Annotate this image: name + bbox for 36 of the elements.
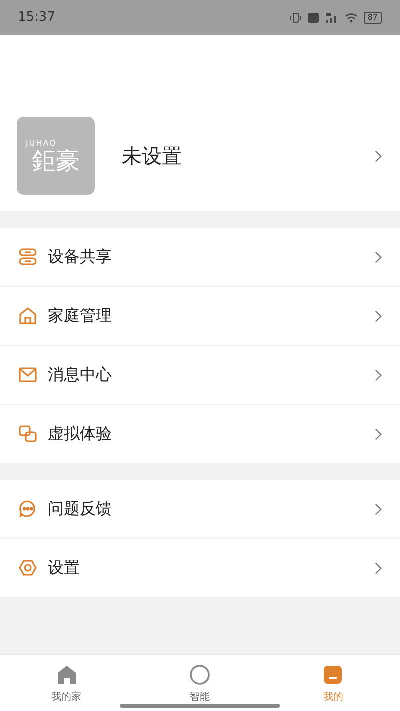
menu-item[interactable]: 问题反馈 [0,480,400,539]
tab[interactable]: 我的家 [0,655,134,711]
settings-icon [18,558,38,578]
vibrate-icon [290,12,302,22]
menu-item[interactable]: 家庭管理 [0,287,400,346]
menu-label: 消息中心 [48,364,113,386]
chat-bubble-icon [18,499,38,519]
battery-level: 87 [364,12,382,24]
menu-item[interactable]: 虚拟体验 [0,405,400,463]
menu-item[interactable]: 消息中心 [0,346,400,405]
linked-squares-icon [18,424,38,444]
logo-text: JUHAO [26,138,57,148]
menu-item[interactable]: 设置 [0,539,400,597]
chevron-right-icon [375,250,382,264]
house-icon [18,306,38,326]
menu-label: 问题反馈 [48,498,113,520]
menu-label: 设置 [48,558,81,578]
wifi-icon [344,12,358,22]
stacked-bars-icon [18,247,38,267]
logo-text: 鉅豪 [32,148,80,174]
tab[interactable]: 智能 [133,655,267,711]
menu-label: 虚拟体验 [48,424,113,444]
chevron-right-icon [375,150,382,162]
circle-icon [188,662,212,686]
chevron-right-icon [375,428,382,440]
chevron-right-icon [375,502,382,516]
menu-label: 设备共享 [48,246,113,268]
clock-time: 15:37 [18,10,56,25]
profile-name[interactable]: 未设置 [122,142,375,170]
envelope-icon [18,365,38,385]
signal-icon [324,12,339,22]
menu-label: 家庭管理 [48,306,113,326]
chevron-right-icon [375,562,382,574]
chevron-right-icon [375,310,382,322]
menu-item[interactable]: 设备共享 [0,228,400,287]
chevron-right-icon [375,368,382,382]
